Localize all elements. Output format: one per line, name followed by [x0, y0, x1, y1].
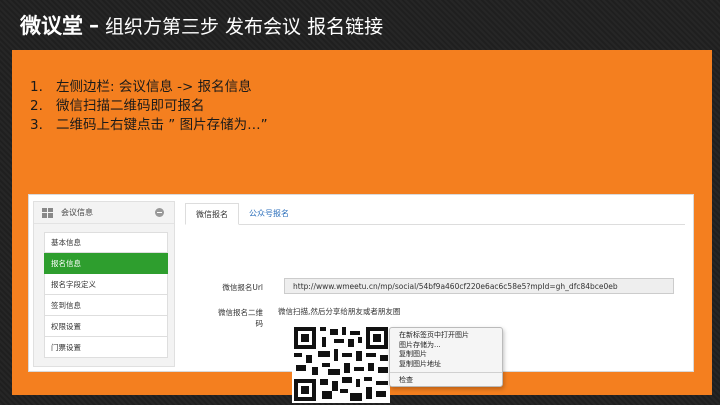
steps-list: 1. 左侧边栏: 会议信息 -> 报名信息 2. 微信扫描二维码即可报名 3. 二维码… [30, 78, 268, 135]
step-text: 二维码上右键点击 ” 图片存储为…” [56, 117, 268, 133]
grid-icon [42, 207, 53, 218]
step-number: 1. [30, 79, 43, 95]
menu-copy-image-address[interactable]: 复制图片地址 [390, 360, 502, 370]
sidebar-item-tickets[interactable]: 门票设置 [44, 337, 168, 358]
sidebar-item-basic-info[interactable]: 基本信息 [44, 232, 168, 253]
step-text: 微信扫描二维码即可报名 [56, 98, 205, 114]
step-number: 3. [30, 117, 43, 133]
step-text: 左侧边栏: 会议信息 -> 报名信息 [56, 79, 252, 95]
sidebar-item-registration-fields[interactable]: 报名字段定义 [44, 274, 168, 295]
menu-divider [390, 372, 502, 373]
step-item: 2. 微信扫描二维码即可报名 [30, 97, 268, 116]
title-subtitle: 组织方第三步 发布会议 报名链接 [105, 15, 384, 38]
slide-title: 微议堂 – 组织方第三步 发布会议 报名链接 [0, 0, 720, 50]
sidebar-list: 基本信息 报名信息 报名字段定义 签到信息 权限设置 门票设置 [44, 232, 168, 358]
step-item: 1. 左侧边栏: 会议信息 -> 报名信息 [30, 78, 268, 97]
menu-inspect[interactable]: 检查 [390, 376, 502, 386]
screenshot-panel: 会议信息 基本信息 报名信息 报名字段定义 签到信息 权限设置 门票设置 微信报… [28, 194, 694, 403]
sidebar-item-registration-info[interactable]: 报名信息 [44, 253, 168, 274]
sidebar-header-label: 会议信息 [61, 208, 93, 217]
title-separator: – [89, 13, 99, 37]
slide-content: 1. 左侧边栏: 会议信息 -> 报名信息 2. 微信扫描二维码即可报名 3. 二维码… [12, 50, 712, 403]
sidebar-item-checkin-info[interactable]: 签到信息 [44, 295, 168, 316]
sidebar-item-permissions[interactable]: 权限设置 [44, 316, 168, 337]
collapse-icon[interactable] [155, 208, 164, 217]
qr-code[interactable] [292, 325, 390, 403]
tab-wechat-registration[interactable]: 微信报名 [185, 203, 239, 225]
menu-copy-image[interactable]: 复制图片 [390, 350, 502, 360]
url-field[interactable]: http://www.wmeetu.cn/mp/social/54bf9a460… [284, 278, 674, 294]
tab-official-account-registration[interactable]: 公众号报名 [239, 202, 299, 224]
step-item: 3. 二维码上右键点击 ” 图片存储为…” [30, 116, 268, 135]
menu-save-image-as[interactable]: 图片存储为... [390, 341, 502, 351]
url-label: 微信报名Url [222, 283, 263, 292]
qr-label-line1: 微信报名二维 [218, 308, 263, 317]
tab-bar: 微信报名 公众号报名 [185, 203, 685, 225]
context-menu: 在新标签页中打开图片 图片存储为... 复制图片 复制图片地址 检查 [389, 327, 503, 387]
qr-hint-text: 微信扫描,然后分享给朋友或者朋友圈 [278, 307, 401, 316]
menu-open-image-new-tab[interactable]: 在新标签页中打开图片 [390, 331, 502, 341]
step-number: 2. [30, 98, 43, 114]
title-brand: 微议堂 [20, 14, 83, 38]
sidebar: 会议信息 基本信息 报名信息 报名字段定义 签到信息 权限设置 门票设置 [33, 201, 175, 367]
sidebar-header[interactable]: 会议信息 [34, 202, 174, 224]
qr-label-line2: 码 [255, 319, 264, 328]
